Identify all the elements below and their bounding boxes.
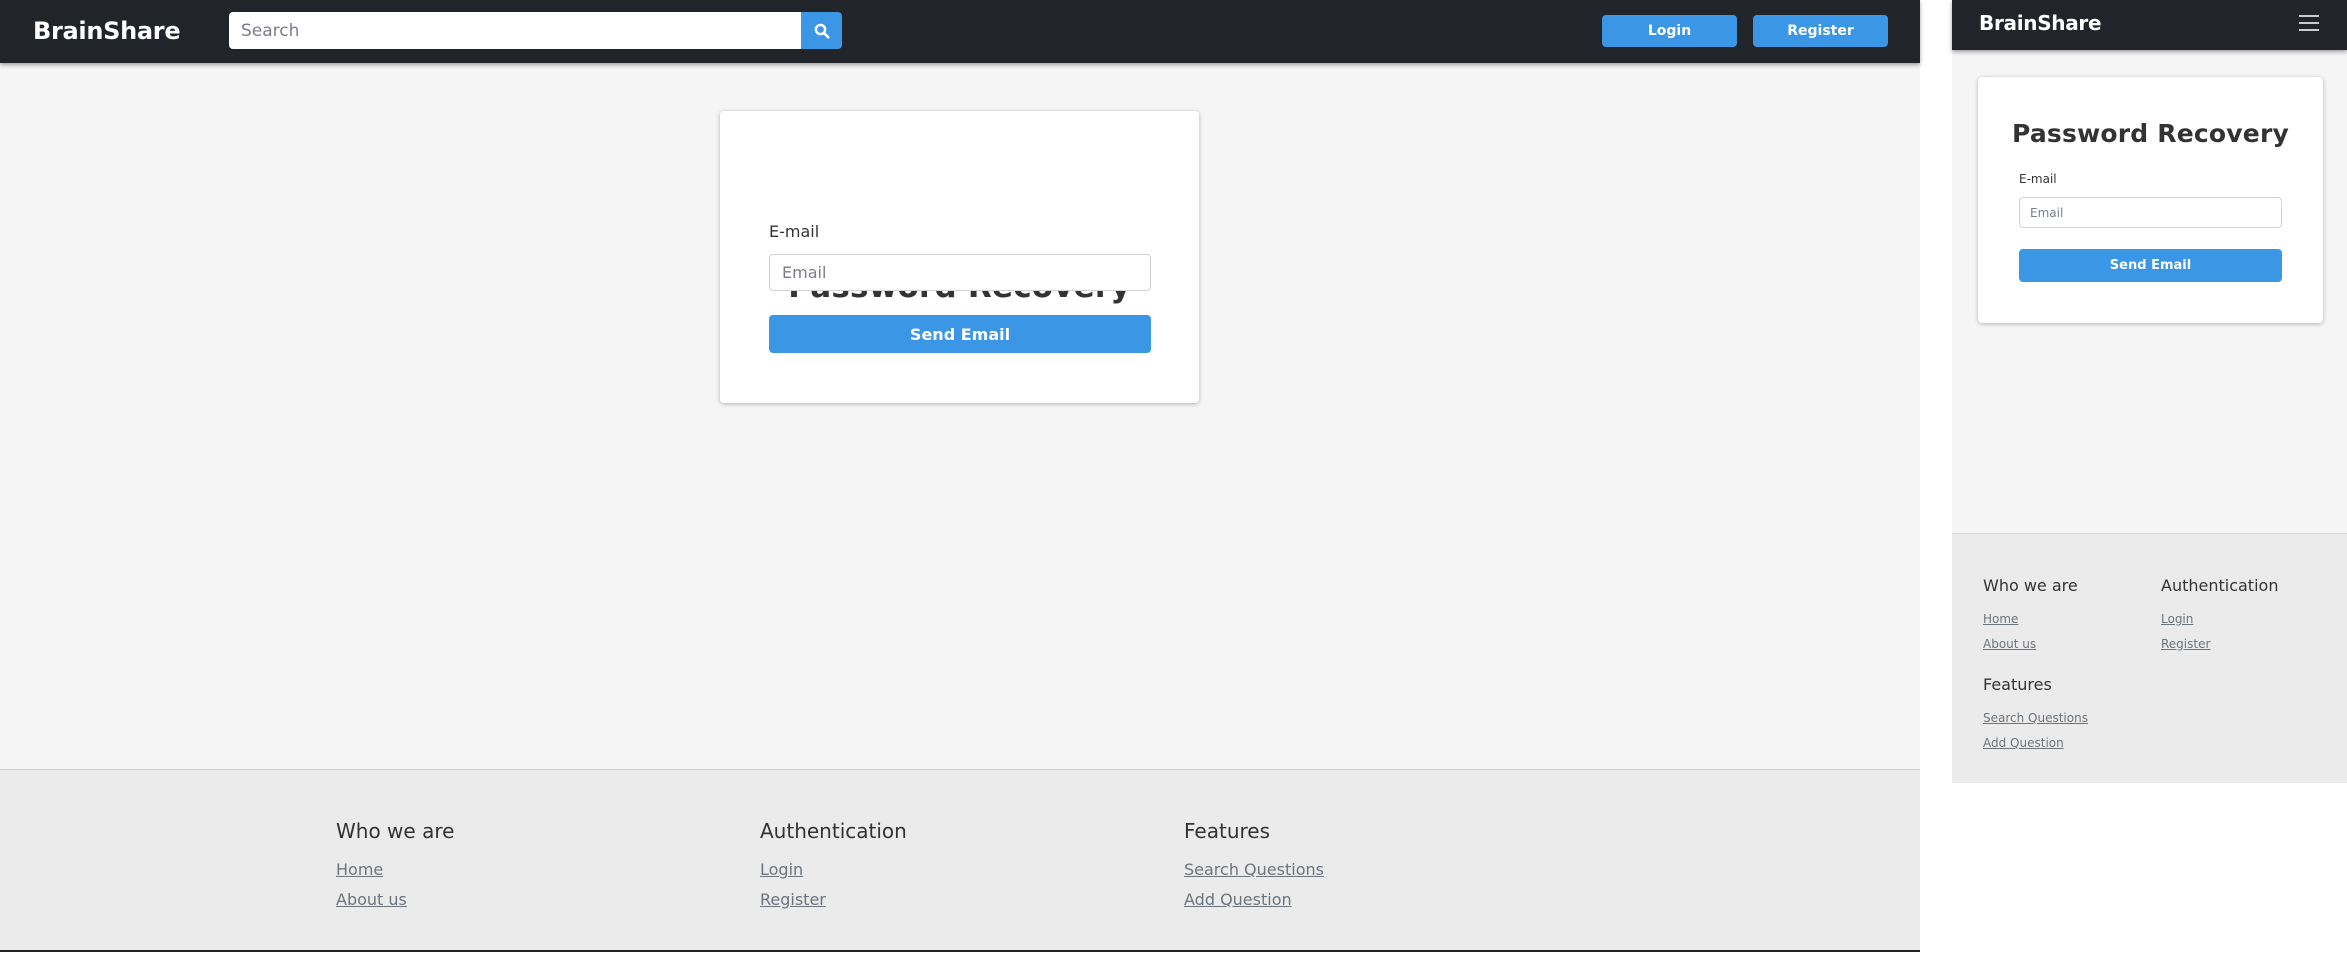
footer-link-search-questions[interactable]: Search Questions bbox=[1983, 710, 2088, 726]
footer-column-features: Features Search Questions Add Question bbox=[1184, 818, 1324, 920]
email-input[interactable] bbox=[769, 254, 1151, 291]
hamburger-line bbox=[2299, 22, 2319, 24]
brand-logo[interactable]: BrainShare bbox=[1979, 10, 2102, 36]
mobile-navbar: BrainShare bbox=[1952, 0, 2347, 50]
search-icon bbox=[814, 23, 829, 38]
footer-heading: Authentication bbox=[2161, 576, 2279, 595]
email-input[interactable] bbox=[2019, 197, 2282, 228]
search-input[interactable] bbox=[229, 12, 801, 49]
footer-link-add-question[interactable]: Add Question bbox=[1184, 890, 1324, 910]
desktop-view: BrainShare Login Register Password Recov… bbox=[0, 0, 1920, 952]
footer-link-home[interactable]: Home bbox=[1983, 611, 2078, 627]
hamburger-line bbox=[2299, 29, 2319, 31]
password-recovery-card: Password Recovery E-mail Send Email bbox=[720, 111, 1199, 403]
footer-column-who-we-are: Who we are Home About us bbox=[1983, 575, 2078, 661]
footer-heading: Features bbox=[1983, 675, 2052, 694]
footer-column-who-we-are: Who we are Home About us bbox=[336, 818, 454, 920]
footer-column-features: Features Search Questions Add Question bbox=[1983, 674, 2088, 760]
email-label: E-mail bbox=[2019, 172, 2057, 186]
navbar: BrainShare Login Register bbox=[0, 0, 1920, 63]
password-recovery-card: Password Recovery E-mail Send Email bbox=[1978, 77, 2323, 323]
footer-link-register[interactable]: Register bbox=[760, 890, 907, 910]
footer-link-add-question[interactable]: Add Question bbox=[1983, 735, 2088, 751]
page-title: Password Recovery bbox=[2012, 119, 2289, 148]
footer-link-about-us[interactable]: About us bbox=[336, 890, 454, 910]
mobile-footer: Who we are Home About us Authentication … bbox=[1952, 533, 2347, 783]
send-email-button[interactable]: Send Email bbox=[769, 315, 1151, 353]
footer-link-home[interactable]: Home bbox=[336, 860, 454, 880]
email-label: E-mail bbox=[769, 222, 820, 241]
footer-column-authentication: Authentication Login Register bbox=[2161, 575, 2278, 661]
footer-heading: Authentication bbox=[760, 819, 907, 843]
register-button[interactable]: Register bbox=[1753, 15, 1888, 47]
mobile-view: BrainShare Password Recovery E-mail Send… bbox=[1952, 0, 2347, 783]
search-button[interactable] bbox=[801, 12, 842, 49]
footer: Who we are Home About us Authentication … bbox=[0, 769, 1920, 950]
brand-logo[interactable]: BrainShare bbox=[33, 16, 181, 46]
footer-column-authentication: Authentication Login Register bbox=[760, 818, 907, 920]
footer-link-search-questions[interactable]: Search Questions bbox=[1184, 860, 1324, 880]
footer-link-about-us[interactable]: About us bbox=[1983, 636, 2078, 652]
hamburger-menu-icon[interactable] bbox=[2299, 13, 2319, 33]
hamburger-line bbox=[2299, 15, 2319, 17]
footer-heading: Who we are bbox=[336, 819, 455, 843]
login-button[interactable]: Login bbox=[1602, 15, 1737, 47]
footer-link-login[interactable]: Login bbox=[2161, 611, 2278, 627]
footer-heading: Features bbox=[1184, 819, 1270, 843]
footer-heading: Who we are bbox=[1983, 576, 2078, 595]
footer-link-register[interactable]: Register bbox=[2161, 636, 2278, 652]
footer-link-login[interactable]: Login bbox=[760, 860, 907, 880]
send-email-button[interactable]: Send Email bbox=[2019, 249, 2282, 282]
